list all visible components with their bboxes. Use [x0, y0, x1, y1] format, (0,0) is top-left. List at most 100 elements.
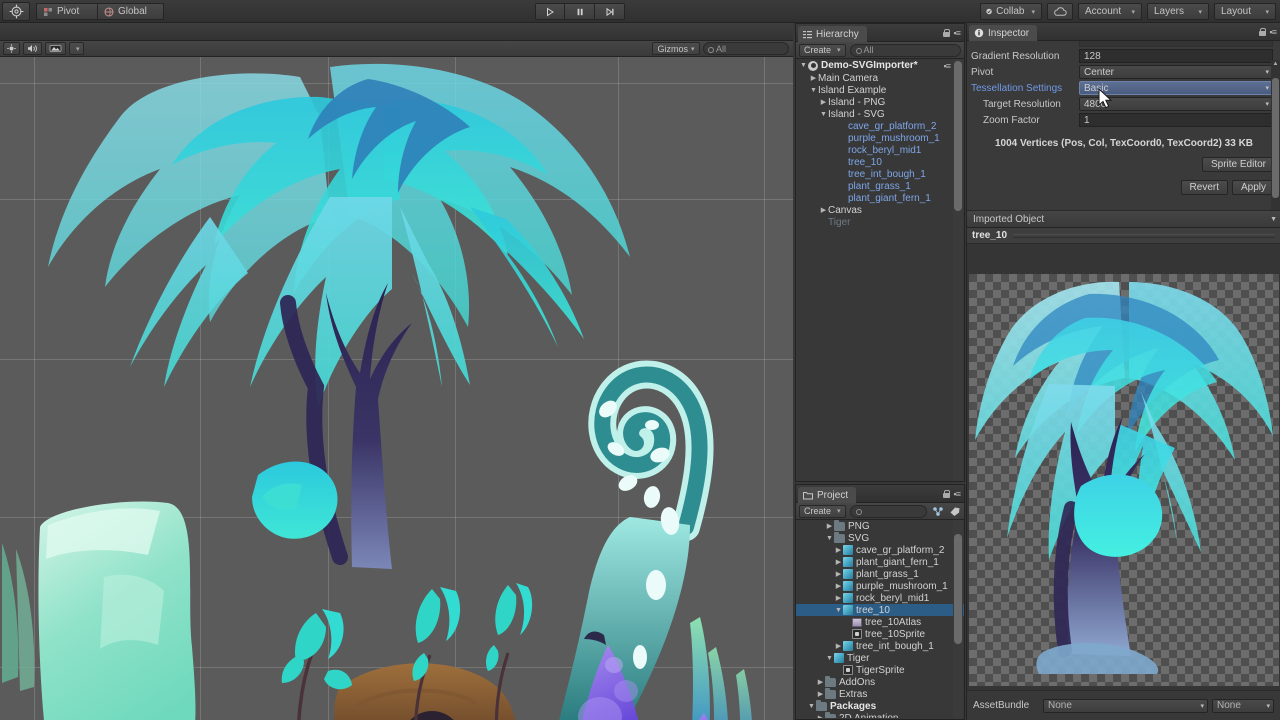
cloud-button[interactable] [1047, 3, 1073, 20]
step-button[interactable] [595, 3, 625, 20]
project-item-plant-giant-fern-1[interactable]: plant_giant_fern_1 [796, 556, 964, 568]
project-item-tree-int-bough-1[interactable]: tree_int_bough_1 [796, 640, 964, 652]
chevron-down-icon[interactable]: ▼ [1270, 216, 1277, 223]
move-tool-icon[interactable] [2, 2, 30, 21]
hierarchy-item-island-png[interactable]: Island - PNG [796, 96, 964, 108]
gizmos-button[interactable]: Gizmos ▾ [652, 42, 700, 55]
scroll-up-arrow-icon[interactable]: ▲ [1272, 61, 1279, 67]
apply-button[interactable]: Apply [1231, 180, 1275, 195]
project-create-button[interactable]: Create ▾ [799, 504, 846, 518]
tab-project[interactable]: Project [798, 487, 857, 503]
kebab-menu-icon[interactable]: ▪≡ [954, 28, 962, 38]
revert-button[interactable]: Revert [1180, 180, 1228, 195]
pause-button[interactable] [565, 3, 595, 20]
sprite-editor-button[interactable]: Sprite Editor [1201, 157, 1275, 172]
layers-button[interactable]: Layers ▾ [1147, 3, 1209, 20]
property-dropdown[interactable]: 4800 ▾ [1079, 97, 1273, 111]
expand-arrow[interactable] [816, 714, 825, 718]
tab-inspector[interactable]: Inspector [969, 25, 1038, 41]
imported-object-header[interactable]: Imported Object ▼ [967, 211, 1280, 228]
expand-arrow[interactable] [825, 655, 834, 662]
project-item-svg[interactable]: SVG [796, 531, 964, 544]
filter-icon[interactable] [931, 505, 944, 518]
layout-button[interactable]: Layout ▾ [1214, 3, 1276, 20]
kebab-menu-icon[interactable]: ▪≡ [1270, 27, 1278, 37]
expand-arrow[interactable] [834, 546, 843, 554]
hierarchy-item-tiger[interactable]: Tiger [796, 216, 964, 228]
project-item-tigersprite[interactable]: TigerSprite [796, 664, 964, 676]
expand-arrow[interactable] [819, 98, 828, 106]
project-item-extras[interactable]: Extras [796, 687, 964, 700]
lock-icon[interactable] [942, 29, 951, 37]
expand-arrow[interactable] [819, 206, 828, 214]
project-tree[interactable]: PNGSVGcave_gr_platform_2plant_giant_fern… [796, 520, 964, 718]
expand-arrow[interactable] [834, 582, 843, 590]
project-scroll-thumb[interactable] [954, 534, 962, 644]
expand-arrow[interactable] [816, 678, 825, 686]
hierarchy-item-purple-mushroom-1[interactable]: purple_mushroom_1 [796, 132, 964, 144]
inspector-scrollbar[interactable]: ▲ ▼ [1271, 60, 1280, 210]
project-item-packages[interactable]: Packages [796, 699, 964, 712]
hierarchy-item-canvas[interactable]: Canvas [796, 204, 964, 216]
hierarchy-item-plant-giant-fern-1[interactable]: plant_giant_fern_1 [796, 192, 964, 204]
expand-arrow[interactable] [834, 607, 843, 614]
expand-arrow[interactable] [819, 111, 828, 118]
project-item-purple-mushroom-1[interactable]: purple_mushroom_1 [796, 580, 964, 592]
expand-arrow[interactable] [807, 703, 816, 710]
project-item-rock-beryl-mid1[interactable]: rock_beryl_mid1 [796, 592, 964, 604]
hierarchy-item-tree-10[interactable]: tree_10 [796, 156, 964, 168]
hierarchy-create-button[interactable]: Create ▾ [799, 43, 846, 57]
hierarchy-root-row[interactable]: Demo-SVGImporter* ▪≡ [796, 59, 964, 72]
project-item-plant-grass-1[interactable]: plant_grass_1 [796, 568, 964, 580]
collab-button[interactable]: Collab ▾ [980, 3, 1042, 20]
hierarchy-tree[interactable]: Demo-SVGImporter* ▪≡ Main CameraIsland E… [796, 59, 964, 481]
expand-arrow[interactable] [834, 594, 843, 602]
hierarchy-item-rock-beryl-mid1[interactable]: rock_beryl_mid1 [796, 144, 964, 156]
global-toggle-button[interactable]: Global [98, 3, 164, 20]
assetbundle-variant-dropdown[interactable]: None ▾ [1212, 698, 1274, 713]
kebab-menu-icon[interactable]: ▪≡ [954, 489, 962, 499]
hierarchy-item-main-camera[interactable]: Main Camera [796, 72, 964, 84]
hierarchy-scrollbar[interactable] [953, 59, 963, 481]
expand-arrow[interactable] [834, 642, 843, 650]
property-dropdown[interactable]: Center ▾ [1079, 65, 1273, 79]
hierarchy-item-plant-grass-1[interactable]: plant_grass_1 [796, 180, 964, 192]
effects-toggle-icon[interactable] [45, 42, 66, 55]
expand-arrow[interactable] [834, 570, 843, 578]
project-item-png[interactable]: PNG [796, 520, 964, 532]
pivot-toggle-button[interactable]: Pivot [36, 3, 98, 20]
project-search-input[interactable] [849, 504, 927, 518]
project-item-tree-10sprite[interactable]: tree_10Sprite [796, 628, 964, 640]
project-item-tree-10atlas[interactable]: tree_10Atlas [796, 616, 964, 628]
property-input[interactable]: 1 [1079, 113, 1273, 127]
tab-hierarchy[interactable]: Hierarchy [798, 26, 867, 42]
lighting-toggle-icon[interactable] [3, 42, 20, 55]
expand-arrow[interactable] [825, 522, 834, 530]
project-item-2d-animation[interactable]: 2D Animation [796, 711, 964, 718]
hierarchy-item-island-svg[interactable]: Island - SVG [796, 108, 964, 120]
assetbundle-dropdown[interactable]: None ▾ [1043, 698, 1208, 713]
inspector-scroll-thumb[interactable] [1272, 78, 1279, 198]
hierarchy-item-tree-int-bough-1[interactable]: tree_int_bough_1 [796, 168, 964, 180]
project-item-addons[interactable]: AddOns [796, 675, 964, 688]
scene-canvas[interactable] [0, 57, 793, 720]
label-tag-icon[interactable] [948, 505, 961, 518]
lock-icon[interactable] [1258, 28, 1267, 36]
effects-dropdown-icon[interactable]: ▾ [69, 42, 84, 55]
expand-arrow[interactable] [809, 74, 818, 82]
hierarchy-item-cave-gr-platform-2[interactable]: cave_gr_platform_2 [796, 120, 964, 132]
audio-toggle-icon[interactable] [23, 42, 42, 55]
project-item-tree-10[interactable]: tree_10 [796, 604, 964, 616]
hierarchy-item-island-example[interactable]: Island Example [796, 84, 964, 96]
property-dropdown[interactable]: Basic ▾ [1079, 81, 1273, 95]
property-input[interactable]: 128 [1079, 49, 1273, 63]
play-button[interactable] [535, 3, 565, 20]
hierarchy-scroll-thumb[interactable] [954, 61, 962, 211]
project-scrollbar[interactable] [953, 520, 963, 718]
scene-search-input[interactable]: All [703, 42, 789, 55]
scene-kebab-menu-icon[interactable]: ▪≡ [944, 61, 952, 71]
account-button[interactable]: Account ▾ [1078, 3, 1142, 20]
expand-arrow[interactable] [816, 690, 825, 698]
hierarchy-search-input[interactable]: All [849, 43, 961, 57]
expand-arrow[interactable] [809, 87, 818, 94]
